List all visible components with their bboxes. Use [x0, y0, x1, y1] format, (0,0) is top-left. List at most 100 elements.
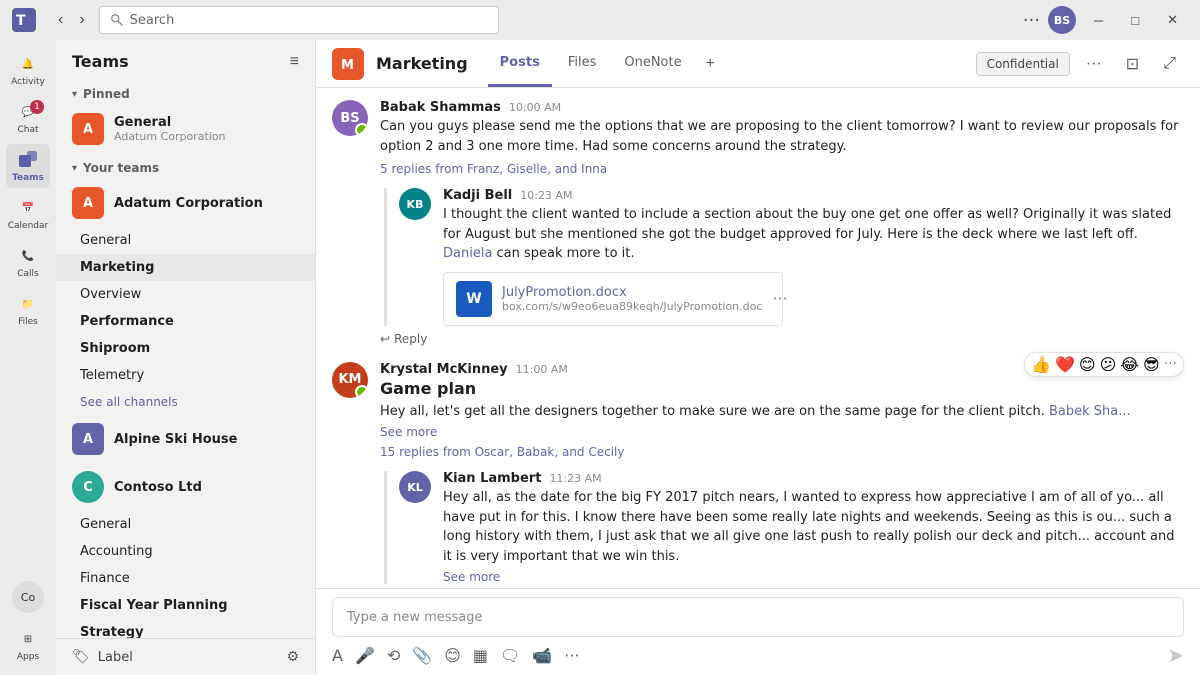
teams-icon	[17, 149, 39, 171]
send-button[interactable]: ➤	[1167, 643, 1184, 667]
search-bar[interactable]: Search	[99, 6, 499, 34]
pinned-section-header[interactable]: ▾ Pinned	[56, 83, 315, 105]
format-icon[interactable]: A	[332, 646, 343, 665]
sidebar-filter-button[interactable]: ≡	[290, 53, 299, 71]
thread2-time: 11:23 AM	[549, 472, 601, 485]
your-teams-section-header[interactable]: ▾ Your teams	[56, 157, 315, 179]
nav-buttons: ‹ ›	[52, 7, 91, 33]
label-gear-icon[interactable]: ⚙	[286, 649, 299, 665]
rail-item-more[interactable]: ⊞ Apps	[6, 623, 50, 667]
sidebar-item-general[interactable]: General	[56, 227, 315, 254]
emoji-confused[interactable]: 😕	[1100, 355, 1117, 374]
rail-item-teams[interactable]: Teams	[6, 144, 50, 188]
thread1-time: 10:23 AM	[520, 189, 572, 202]
reply-arrow-icon: ↩	[380, 332, 390, 346]
message-1: BS Babak Shammas 10:00 AM Can you guys p…	[332, 100, 1184, 346]
attach-audio-icon[interactable]: 🎤	[355, 646, 375, 665]
attachment-word-icon: W	[456, 281, 492, 317]
emoji-cool[interactable]: 😎	[1143, 355, 1160, 374]
pinned-item-general[interactable]: A General Adatum Corporation	[56, 105, 315, 153]
emoji-laugh[interactable]: 😂	[1120, 355, 1139, 374]
channel-name: Marketing	[376, 54, 468, 73]
tab-onenote[interactable]: OneNote	[612, 41, 693, 87]
thread1-header: Kadji Bell 10:23 AM	[443, 188, 1184, 203]
emoji-icon[interactable]: 😊	[444, 646, 461, 665]
icon-rail: 🔔 Activity 💬 Chat 1 Teams 📅 Calendar 📞 C…	[0, 40, 56, 675]
label-icon: 🏷	[72, 649, 90, 665]
nav-forward-button[interactable]: ›	[73, 7, 90, 33]
loop-icon[interactable]: ⟲	[387, 646, 400, 665]
sidebar-item-telemetry[interactable]: Telemetry	[56, 362, 315, 389]
msg2-see-more[interactable]: See more	[380, 425, 1184, 439]
team-item-adatum[interactable]: A Adatum Corporation	[56, 179, 315, 227]
emoji-heart[interactable]: ❤️	[1055, 355, 1075, 374]
your-teams-section: ▾ Your teams A Adatum Corporation Genera…	[56, 157, 315, 638]
nav-back-button[interactable]: ‹	[52, 7, 69, 33]
message-input-area: Type a new message A 🎤 ⟲ 📎 😊 ▦ 🗨 📹 ··· ➤	[316, 588, 1200, 675]
rail-item-contoso[interactable]: Co	[6, 575, 50, 619]
sidebar-item-overview[interactable]: Overview	[56, 281, 315, 308]
tab-posts[interactable]: Posts	[488, 41, 552, 87]
sidebar-item-finance[interactable]: Finance	[56, 565, 315, 592]
attachment-more-button[interactable]: ···	[772, 289, 787, 308]
rail-item-chat[interactable]: 💬 Chat 1	[6, 96, 50, 140]
avatar[interactable]: BS	[1048, 6, 1076, 34]
emoji-smile[interactable]: 😊	[1079, 355, 1096, 374]
rail-item-activity[interactable]: 🔔 Activity	[6, 48, 50, 92]
sidebar-title: Teams	[72, 52, 129, 71]
rail-item-calls[interactable]: 📞 Calls	[6, 240, 50, 284]
message-2: KM Krystal McKinney 11:00 AM Game plan H…	[332, 362, 1184, 589]
rail-item-files[interactable]: 📁 Files	[6, 288, 50, 332]
channel-more-button[interactable]: ···	[1078, 51, 1110, 77]
files-icon: 📁	[17, 293, 39, 315]
reaction-bar: 👍 ❤️ 😊 😕 😂 😎 ···	[1024, 352, 1184, 377]
team-item-contoso[interactable]: C Contoso Ltd	[56, 463, 315, 511]
see-all-adatum[interactable]: See all channels	[56, 389, 315, 415]
attachment-name[interactable]: JulyPromotion.docx	[502, 285, 762, 300]
channel-icon: M	[332, 48, 364, 80]
sidebar-scroll: ▾ Pinned A General Adatum Corporation ▾ …	[56, 83, 315, 638]
more-apps-icon: ⊞	[17, 628, 39, 650]
app-icon: T	[12, 8, 36, 32]
pinned-label: Pinned	[83, 87, 130, 101]
input-placeholder: Type a new message	[347, 610, 483, 625]
svg-text:M: M	[341, 58, 354, 73]
msg1-replies[interactable]: 5 replies from Franz, Giselle, and Inna	[380, 162, 1184, 176]
mention-daniela: Daniela	[443, 246, 492, 261]
main-layout: 🔔 Activity 💬 Chat 1 Teams 📅 Calendar 📞 C…	[0, 40, 1200, 675]
tab-files[interactable]: Files	[556, 41, 609, 87]
sticker-icon[interactable]: 🗨	[500, 646, 520, 665]
titlebar: T ‹ › Search ··· BS ─ □ ✕	[0, 0, 1200, 40]
msg1-actions: ↩ Reply	[380, 332, 1184, 346]
channel-tabs: Posts Files OneNote +	[488, 41, 723, 87]
thread2-see-more[interactable]: See more	[443, 570, 1184, 584]
maximize-button[interactable]: □	[1121, 9, 1149, 32]
emoji-thumbsup[interactable]: 👍	[1031, 355, 1051, 374]
table-icon[interactable]: ▦	[473, 646, 488, 665]
more-options-button[interactable]: ···	[1023, 10, 1040, 31]
tab-add-button[interactable]: +	[698, 41, 723, 87]
sidebar-item-marketing[interactable]: Marketing	[56, 254, 315, 281]
video-icon[interactable]: 📹	[532, 646, 552, 665]
msg1-reply-button[interactable]: ↩ Reply	[380, 332, 427, 346]
close-button[interactable]: ✕	[1157, 8, 1188, 32]
more-toolbar-icon[interactable]: ···	[564, 646, 579, 665]
rail-label-calls: Calls	[17, 269, 39, 279]
team-item-alpine[interactable]: A Alpine Ski House	[56, 415, 315, 463]
calendar-icon: 📅	[17, 197, 39, 219]
channel-view-button[interactable]: ⊡	[1118, 50, 1147, 78]
sidebar-item-contoso-general[interactable]: General	[56, 511, 315, 538]
message-input-box[interactable]: Type a new message	[332, 597, 1184, 637]
minimize-button[interactable]: ─	[1084, 9, 1113, 32]
rail-item-calendar[interactable]: 📅 Calendar	[6, 192, 50, 236]
sidebar-item-shiproom[interactable]: Shiproom	[56, 335, 315, 362]
sidebar-item-accounting[interactable]: Accounting	[56, 538, 315, 565]
channel-expand-button[interactable]: ⤢	[1155, 51, 1184, 77]
sidebar-item-performance[interactable]: Performance	[56, 308, 315, 335]
attach-file-icon[interactable]: 📎	[412, 646, 432, 665]
sidebar-item-fiscal[interactable]: Fiscal Year Planning	[56, 592, 315, 619]
reaction-more-button[interactable]: ···	[1164, 356, 1177, 372]
attachment-url: box.com/s/w9eo6eua89keqh/JulyPromotion.d…	[502, 300, 762, 313]
msg2-replies[interactable]: 15 replies from Oscar, Babak, and Cecily	[380, 445, 1184, 459]
sidebar-item-strategy[interactable]: Strategy	[56, 619, 315, 638]
